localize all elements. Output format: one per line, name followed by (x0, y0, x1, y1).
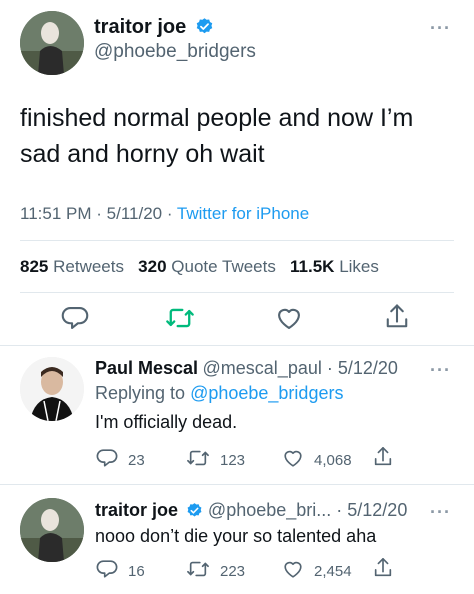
replying-to: Replying to @phoebe_bridgers (95, 383, 344, 403)
retweet-action[interactable]: 123 (186, 447, 245, 473)
tweet-date[interactable]: 5/11/20 (107, 204, 162, 223)
author-display-name[interactable]: traitor joe (94, 16, 186, 38)
tweet-text-line-1: finished normal people and now I’m (20, 104, 414, 132)
like-action[interactable]: 4,068 (282, 447, 352, 473)
tweet-text: finished normal people and now I’m sad a… (20, 100, 413, 172)
retweets-stat[interactable]: 825 Retweets (20, 257, 124, 276)
like-icon[interactable] (275, 304, 303, 337)
engagement-stats: 825 Retweets 320 Quote Tweets 11.5K Like… (20, 257, 379, 277)
share-icon[interactable] (383, 302, 411, 337)
reply-action[interactable]: 23 (96, 447, 145, 473)
tweet-meta: 11:51 PM · 5/11/20 · Twitter for iPhone (20, 204, 310, 223)
reply-text: I'm officially dead. (95, 412, 238, 432)
retweet-count: 123 (220, 451, 246, 469)
tweet-time[interactable]: 11:51 PM (20, 204, 92, 223)
like-action[interactable]: 2,454 (282, 558, 352, 584)
reply-icon (96, 558, 118, 584)
reply-author-handle-date[interactable]: @mescal_paul · 5/12/20 (203, 358, 398, 378)
reply-header: Paul Mescal @mescal_paul · 5/12/20 (95, 358, 398, 379)
like-count: 4,068 (314, 451, 352, 469)
like-count: 2,454 (314, 562, 352, 580)
reply-author-name[interactable]: Paul Mescal (95, 358, 198, 378)
more-icon[interactable]: ··· (430, 360, 451, 381)
retweet-action[interactable]: 223 (186, 558, 245, 584)
like-icon (282, 558, 304, 584)
likes-stat[interactable]: 11.5K Likes (290, 257, 379, 276)
quote-tweets-stat[interactable]: 320 Quote Tweets (138, 257, 276, 276)
tweet-text-line-2: sad and horny oh wait (20, 140, 265, 168)
reply-icon (96, 447, 118, 473)
author-handle[interactable]: @phoebe_bridgers (94, 41, 256, 63)
verified-badge-icon (186, 502, 203, 524)
reply-author-avatar[interactable] (20, 357, 84, 421)
verified-badge-icon (195, 17, 214, 41)
more-icon[interactable]: ··· (430, 18, 451, 39)
reply-author-handle-date[interactable]: @phoebe_bri... · 5/12/20 (208, 500, 407, 520)
reply-author-avatar[interactable] (20, 498, 84, 562)
reply-action[interactable]: 16 (96, 558, 145, 584)
divider (0, 484, 474, 485)
reply-count: 23 (128, 451, 145, 469)
reply-author-name[interactable]: traitor joe (95, 500, 178, 520)
reply-icon[interactable] (61, 304, 89, 337)
like-icon (282, 447, 304, 473)
share-icon[interactable] (372, 445, 394, 474)
divider (0, 345, 474, 346)
author-name-row: traitor joe (94, 16, 214, 41)
retweet-icon[interactable] (165, 304, 195, 337)
divider (20, 240, 454, 241)
reply-text: nooo don’t die your so talented aha (95, 526, 377, 546)
author-avatar[interactable] (20, 11, 84, 75)
reply-count: 16 (128, 562, 145, 580)
more-icon[interactable]: ··· (430, 502, 451, 523)
retweet-icon (186, 447, 210, 473)
share-icon[interactable] (372, 556, 394, 585)
tweet-source[interactable]: Twitter for iPhone (177, 204, 309, 223)
replying-to-mention[interactable]: @phoebe_bridgers (190, 383, 343, 403)
retweet-icon (186, 558, 210, 584)
reply-header: traitor joe @phoebe_bri... · 5/12/20 (95, 500, 407, 524)
retweet-count: 223 (220, 562, 246, 580)
divider (20, 292, 454, 293)
